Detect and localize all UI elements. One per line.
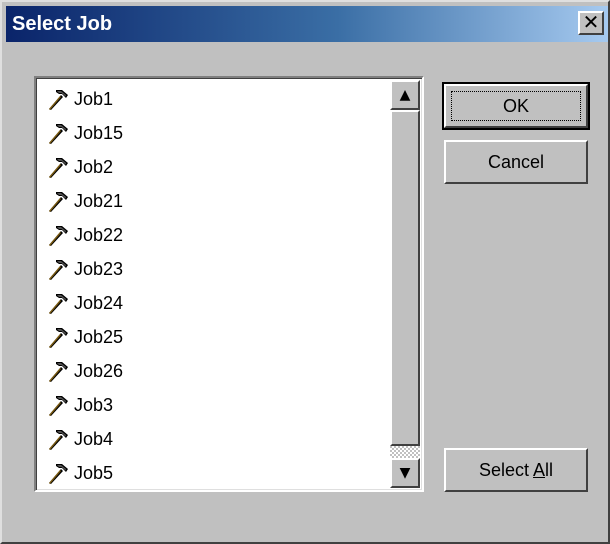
hammer-icon bbox=[46, 291, 70, 315]
select-all-label-suffix: ll bbox=[545, 459, 554, 480]
list-item-label: Job21 bbox=[74, 190, 124, 211]
arrow-up-icon: ▲ bbox=[399, 87, 411, 103]
hammer-icon bbox=[46, 461, 70, 485]
list-item-label: Job26 bbox=[74, 360, 124, 381]
hammer-icon bbox=[46, 257, 70, 281]
hammer-icon bbox=[46, 359, 70, 383]
cancel-button-label: Cancel bbox=[487, 151, 545, 172]
list-item[interactable]: Job26 bbox=[40, 354, 392, 388]
list-item[interactable]: Job2 bbox=[40, 150, 392, 184]
hammer-icon bbox=[46, 325, 70, 349]
scroll-up-button[interactable]: ▲ bbox=[390, 80, 420, 110]
list-item[interactable]: Job5 bbox=[40, 456, 392, 490]
list-item-label: Job25 bbox=[74, 326, 124, 347]
window-title: Select Job bbox=[12, 13, 113, 35]
hammer-icon bbox=[46, 121, 70, 145]
list-item[interactable]: Job3 bbox=[40, 388, 392, 422]
hammer-icon bbox=[46, 393, 70, 417]
scroll-down-button[interactable]: ▼ bbox=[390, 458, 420, 488]
list-item[interactable]: Job4 bbox=[40, 422, 392, 456]
list-item[interactable]: Job15 bbox=[40, 116, 392, 150]
hammer-icon bbox=[46, 189, 70, 213]
list-item-label: Job22 bbox=[74, 224, 124, 245]
list-item-label: Job1 bbox=[74, 88, 114, 109]
list-item-label: Job23 bbox=[74, 258, 124, 279]
cancel-button[interactable]: Cancel bbox=[444, 140, 588, 184]
select-all-label-prefix: Select bbox=[478, 459, 534, 480]
select-job-dialog: Select Job ✕ Job1 Job15 Job2 Job21 Job22 Job2… bbox=[0, 0, 610, 544]
list-item-label: Job24 bbox=[74, 292, 124, 313]
select-all-label: Select All bbox=[479, 460, 553, 481]
list-item[interactable]: Job25 bbox=[40, 320, 392, 354]
close-button[interactable]: ✕ bbox=[578, 11, 604, 35]
list-item-label: Job2 bbox=[74, 156, 114, 177]
list-item[interactable]: Job23 bbox=[40, 252, 392, 286]
select-all-accelerator: A bbox=[533, 459, 546, 480]
list-item[interactable]: Job24 bbox=[40, 286, 392, 320]
hammer-icon bbox=[46, 155, 70, 179]
vertical-scrollbar[interactable]: ▲ ▼ bbox=[390, 80, 420, 488]
focus-rectangle bbox=[451, 91, 581, 121]
hammer-icon bbox=[46, 427, 70, 451]
hammer-icon bbox=[46, 87, 70, 111]
list-item[interactable]: Job22 bbox=[40, 218, 392, 252]
list-item-label: Job15 bbox=[74, 122, 124, 143]
ok-button[interactable]: OK bbox=[442, 82, 590, 130]
scroll-thumb[interactable] bbox=[390, 110, 420, 446]
job-listbox[interactable]: Job1 Job15 Job2 Job21 Job22 Job23 Job24 Job25 Jo… bbox=[34, 76, 424, 492]
arrow-down-icon: ▼ bbox=[399, 465, 411, 481]
close-icon: ✕ bbox=[582, 10, 600, 34]
list-item-label: Job5 bbox=[74, 462, 114, 483]
list-item-label: Job4 bbox=[74, 428, 114, 449]
job-list: Job1 Job15 Job2 Job21 Job22 Job23 Job24 Job25 Jo… bbox=[40, 82, 392, 490]
list-item[interactable]: Job1 bbox=[40, 82, 392, 116]
select-all-button[interactable]: Select All bbox=[444, 448, 588, 492]
hammer-icon bbox=[46, 223, 70, 247]
list-item-label: Job3 bbox=[74, 394, 114, 415]
title-bar[interactable]: Select Job ✕ bbox=[6, 6, 608, 42]
list-item[interactable]: Job21 bbox=[40, 184, 392, 218]
scroll-track[interactable] bbox=[390, 446, 420, 458]
